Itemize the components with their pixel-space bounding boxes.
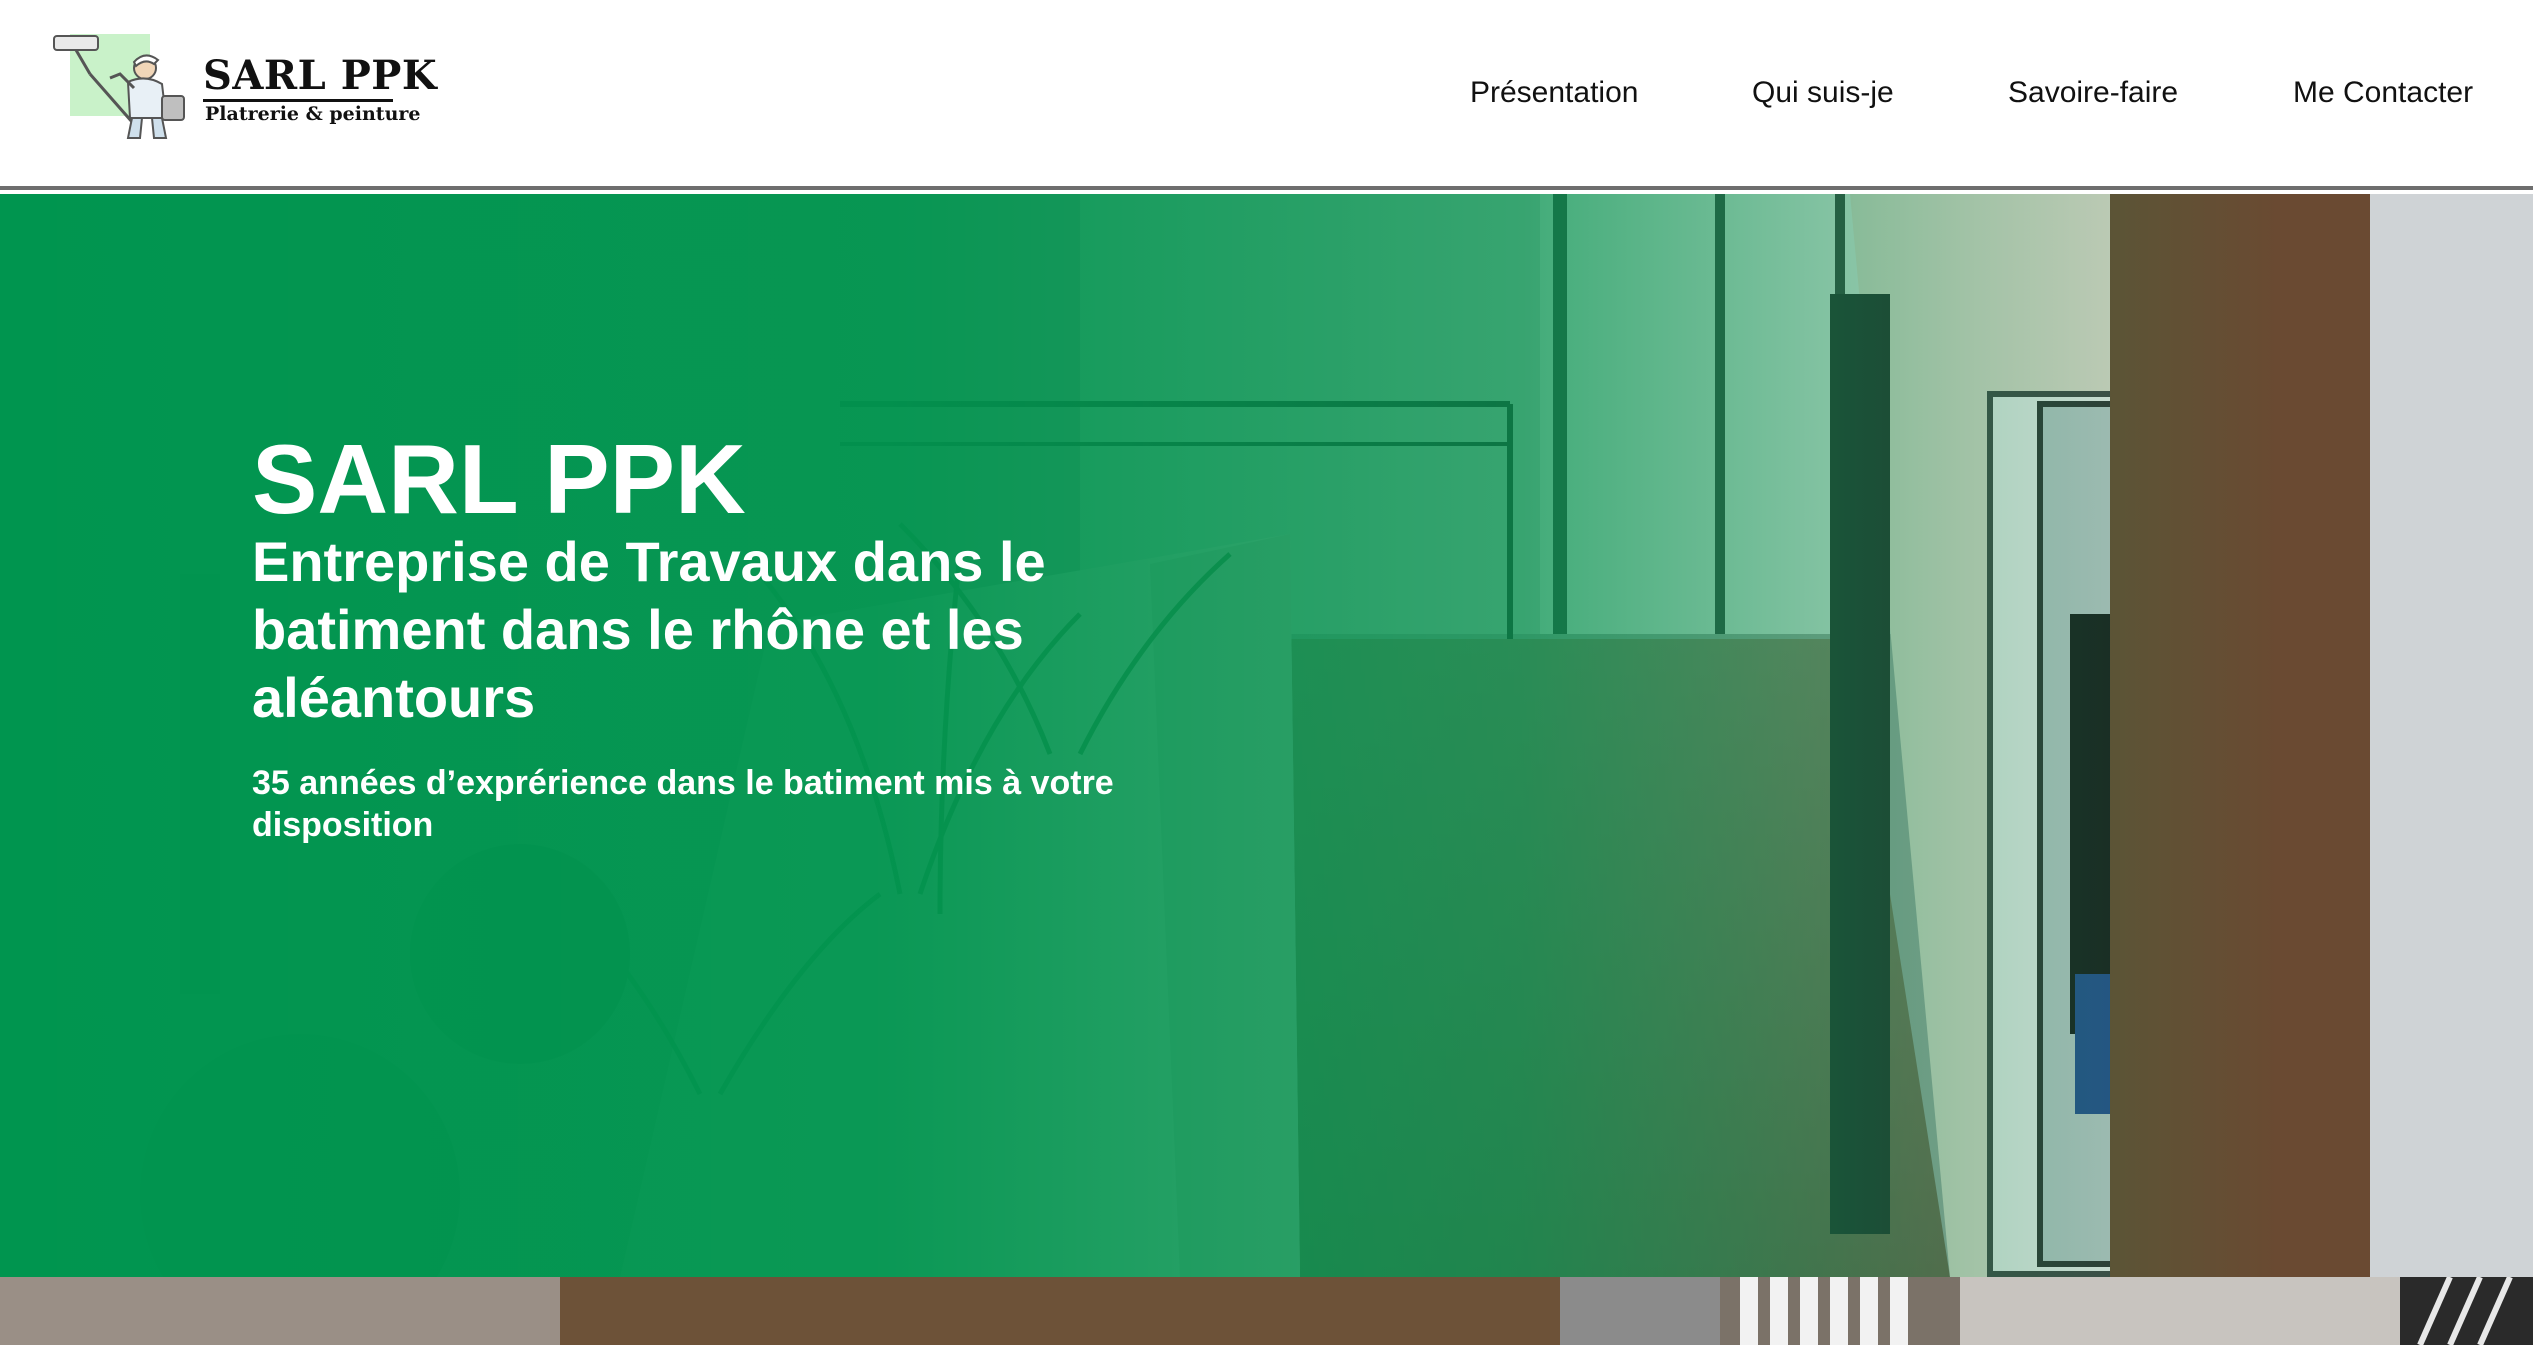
- nav-link-me-contacter[interactable]: Me Contacter: [2293, 70, 2473, 115]
- main-nav: Présentation Qui suis-je Savoire-faire M…: [0, 70, 2533, 115]
- nav-link-savoire-faire[interactable]: Savoire-faire: [2008, 70, 2178, 115]
- next-section-image: [0, 1277, 2533, 1345]
- hero-text-block: SARL PPK Entreprise de Travaux dans le b…: [252, 424, 1252, 846]
- hero-title: SARL PPK: [252, 424, 746, 534]
- hero-subtitle: Entreprise de Travaux dans le batiment d…: [252, 530, 1046, 729]
- nav-link-presentation[interactable]: Présentation: [1470, 70, 1638, 115]
- hero-section: SARL PPK Entreprise de Travaux dans le b…: [0, 194, 2533, 1277]
- nav-link-qui-suis-je[interactable]: Qui suis-je: [1752, 70, 1894, 115]
- hero-tagline: 35 années d’exprérience dans le batiment…: [252, 764, 1114, 844]
- site-header: SARL PPK Platrerie & peinture Présentati…: [0, 0, 2533, 190]
